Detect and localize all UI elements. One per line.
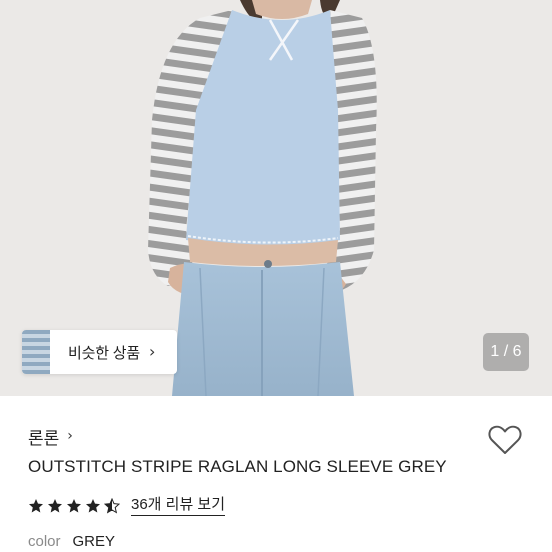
star-filled-icon: [86, 499, 100, 513]
product-image[interactable]: 비슷한 상품 › 1 / 6: [0, 0, 552, 396]
brand-link[interactable]: 론론 ›: [28, 424, 73, 448]
color-value: GREY: [72, 533, 116, 550]
chevron-right-icon: ›: [67, 428, 73, 444]
rating-stars: [28, 498, 123, 514]
wishlist-button[interactable]: [487, 424, 523, 456]
similar-products-label: 비슷한 상품: [68, 344, 140, 362]
star-filled-icon: [67, 499, 81, 513]
similar-products-button[interactable]: 비슷한 상품 ›: [22, 330, 177, 374]
brand-name: 론론: [28, 428, 60, 448]
similar-product-thumbnail: [22, 330, 52, 374]
rating-row: 36개 리뷰 보기: [28, 494, 226, 518]
heart-outline-icon: [488, 425, 522, 454]
color-option: color GREY: [28, 533, 115, 550]
review-link[interactable]: 36개 리뷰 보기: [131, 496, 226, 516]
star-half-icon: [104, 498, 120, 514]
star-filled-icon: [29, 499, 43, 513]
image-page-indicator: 1 / 6: [483, 333, 529, 371]
chevron-right-icon: ›: [148, 342, 156, 361]
star-filled-icon: [48, 499, 62, 513]
product-title: OUTSTITCH STRIPE RAGLAN LONG SLEEVE GREY: [28, 457, 447, 476]
color-label: color: [28, 533, 61, 550]
